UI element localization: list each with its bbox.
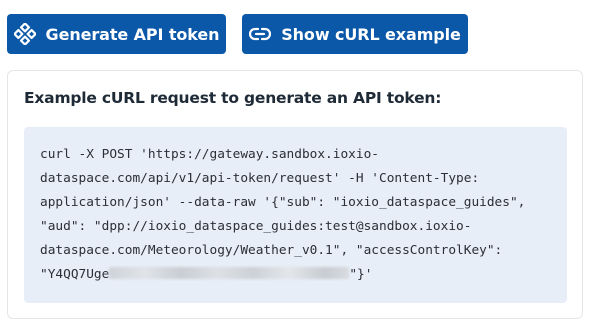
generate-api-token-label: Generate API token [45, 24, 220, 44]
code-line: dataspace.com/Meteorology/Weather_v0.1",… [40, 243, 503, 258]
code-line-key-suffix: "}' [349, 267, 373, 282]
code-line: application/json' --data-raw '{"sub": "i… [40, 195, 526, 210]
code-block[interactable]: curl -X POST 'https://gateway.sandbox.io… [24, 127, 567, 303]
panel-title: Example cURL request to generate an API … [24, 89, 442, 107]
code-line: dataspace.com/api/v1/api-token/request' … [40, 171, 480, 186]
show-curl-example-button[interactable]: Show cURL example [242, 14, 468, 54]
redacted-access-key [109, 267, 350, 279]
code-line: curl -X POST 'https://gateway.sandbox.io… [40, 147, 379, 162]
link-icon [249, 27, 272, 41]
diamond-grid-icon [13, 23, 36, 45]
code-line: "aud": "dpp://ioxio_dataspace_guides:tes… [40, 219, 472, 234]
curl-example-panel: Example cURL request to generate an API … [7, 70, 583, 319]
show-curl-example-label: Show cURL example [281, 24, 461, 44]
generate-api-token-button[interactable]: Generate API token [7, 14, 226, 54]
code-line-key-prefix: "Y4QQ7Uge [40, 267, 110, 282]
